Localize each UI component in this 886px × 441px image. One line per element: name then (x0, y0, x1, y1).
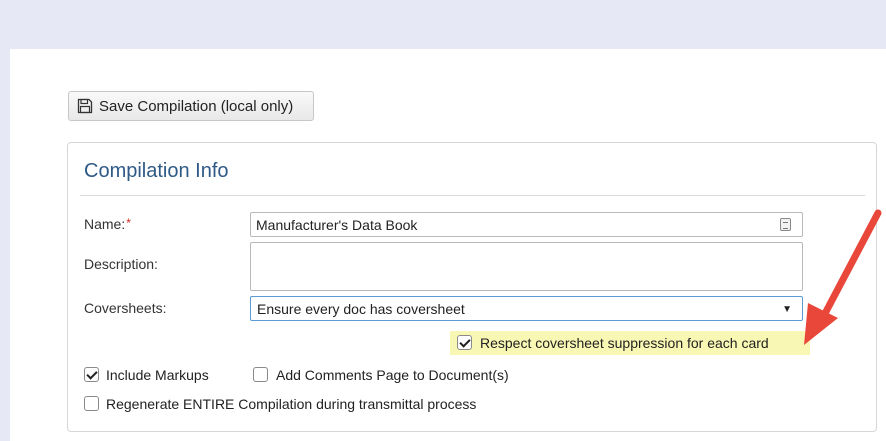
annotation-arrow-icon (804, 209, 882, 345)
name-field-value: Manufacturer's Data Book (256, 216, 418, 233)
regenerate-label: Regenerate ENTIRE Compilation during tra… (106, 396, 477, 412)
regenerate-checkbox[interactable] (84, 396, 99, 411)
add-comments-checkbox[interactable] (253, 367, 268, 382)
name-field[interactable]: Manufacturer's Data Book (250, 212, 803, 237)
name-label: Name: (84, 216, 126, 232)
add-comments-label: Add Comments Page to Document(s) (276, 367, 509, 383)
left-border-strip (0, 49, 10, 441)
description-field[interactable] (250, 242, 803, 291)
name-label-row: Name:* (84, 216, 131, 232)
save-compilation-button[interactable]: Save Compilation (local only) (68, 91, 314, 121)
panel-title: Compilation Info (84, 160, 229, 182)
floppy-disk-icon (77, 98, 93, 114)
top-header-band (0, 0, 886, 49)
respect-suppression-checkbox[interactable] (457, 335, 472, 350)
required-marker: * (126, 216, 131, 230)
include-markups-label: Include Markups (106, 367, 209, 383)
coversheets-label: Coversheets: (84, 300, 167, 316)
description-label: Description: (84, 256, 158, 272)
include-markups-checkbox[interactable] (84, 367, 99, 382)
coversheets-selected-value: Ensure every doc has coversheet (257, 300, 465, 317)
panel-divider (80, 195, 865, 196)
respect-suppression-label: Respect coversheet suppression for each … (480, 335, 769, 351)
coversheets-select[interactable]: Ensure every doc has coversheet ▼ (250, 296, 803, 321)
save-button-label: Save Compilation (local only) (99, 97, 294, 115)
